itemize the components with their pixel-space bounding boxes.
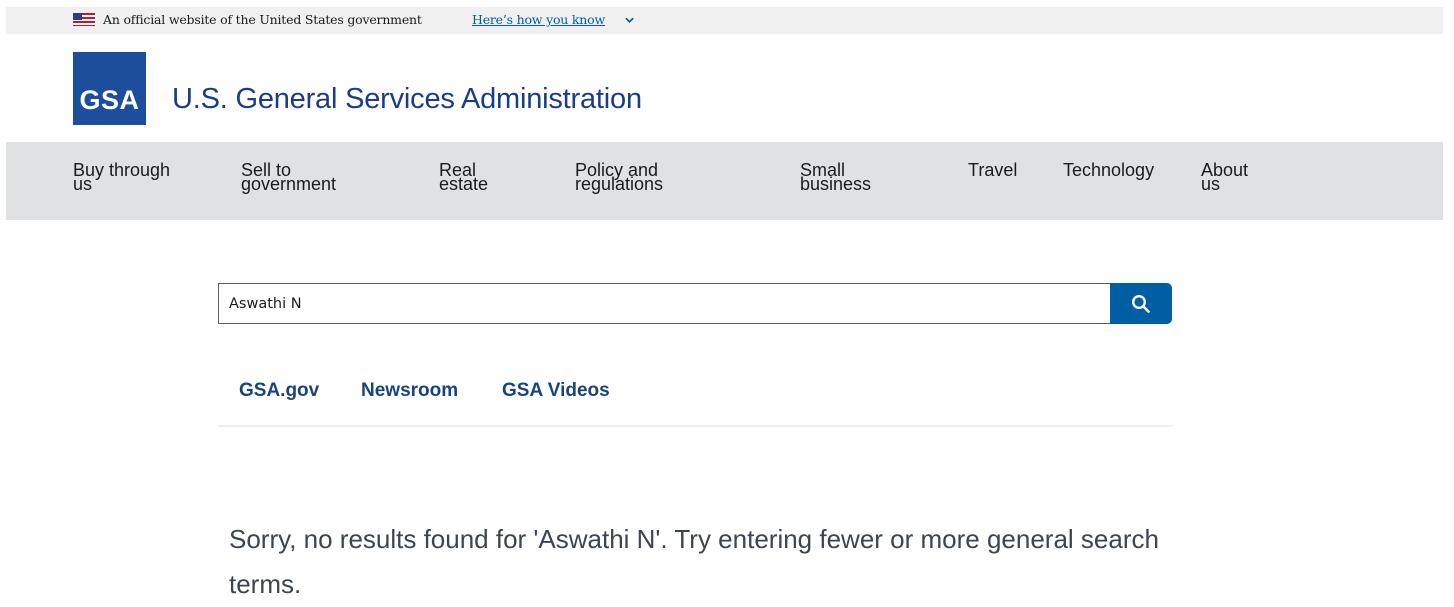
tab-gsa-gov[interactable]: GSA.gov <box>239 380 319 402</box>
gsa-logo[interactable]: GSA <box>73 52 146 125</box>
nav-item-buy-through-us[interactable]: Buy through us <box>73 161 170 193</box>
nav-item-travel[interactable]: Travel <box>968 160 1018 180</box>
nav-item-label: regulations <box>575 174 664 194</box>
chevron-down-icon[interactable] <box>625 17 634 24</box>
tab-newsroom[interactable]: Newsroom <box>361 380 458 402</box>
search-input[interactable] <box>218 283 1111 324</box>
gov-banner: An official website of the United States… <box>6 7 1443 34</box>
nav-item-about-us[interactable]: About us <box>1201 161 1248 193</box>
search-button[interactable] <box>1110 283 1172 324</box>
site-title[interactable]: U.S. General Services Administration <box>172 83 642 116</box>
nav-item-technology[interactable]: Technology <box>1063 160 1155 180</box>
tab-gsa-videos[interactable]: GSA Videos <box>502 380 610 402</box>
gsa-logo-text: GSA <box>79 85 140 115</box>
no-results-message: Sorry, no results found for 'Aswathi N'.… <box>229 524 1159 599</box>
nav-item-label: estate <box>439 174 489 194</box>
search-scope-tabs: GSA.gov Newsroom GSA Videos <box>218 372 1173 427</box>
nav-item-sell-to-government[interactable]: Sell to government <box>241 161 337 194</box>
search-icon <box>1131 294 1150 313</box>
nav-item-label: Travel <box>968 160 1018 180</box>
nav-item-label: business <box>800 174 872 194</box>
nav-item-policy-and-regulations[interactable]: Policy and regulations <box>575 161 664 194</box>
nav-item-real-estate[interactable]: Real estate <box>439 161 489 194</box>
heres-how-you-know-link[interactable]: Here’s how you know <box>472 12 605 27</box>
official-website-text: An official website of the United States… <box>103 12 422 27</box>
main-nav: Buy through us Sell to government Real e… <box>6 142 1443 220</box>
nav-item-label: Technology <box>1063 160 1155 180</box>
nav-item-small-business[interactable]: Small business <box>800 161 872 194</box>
us-flag-icon <box>73 13 95 26</box>
nav-item-label: government <box>241 174 337 194</box>
